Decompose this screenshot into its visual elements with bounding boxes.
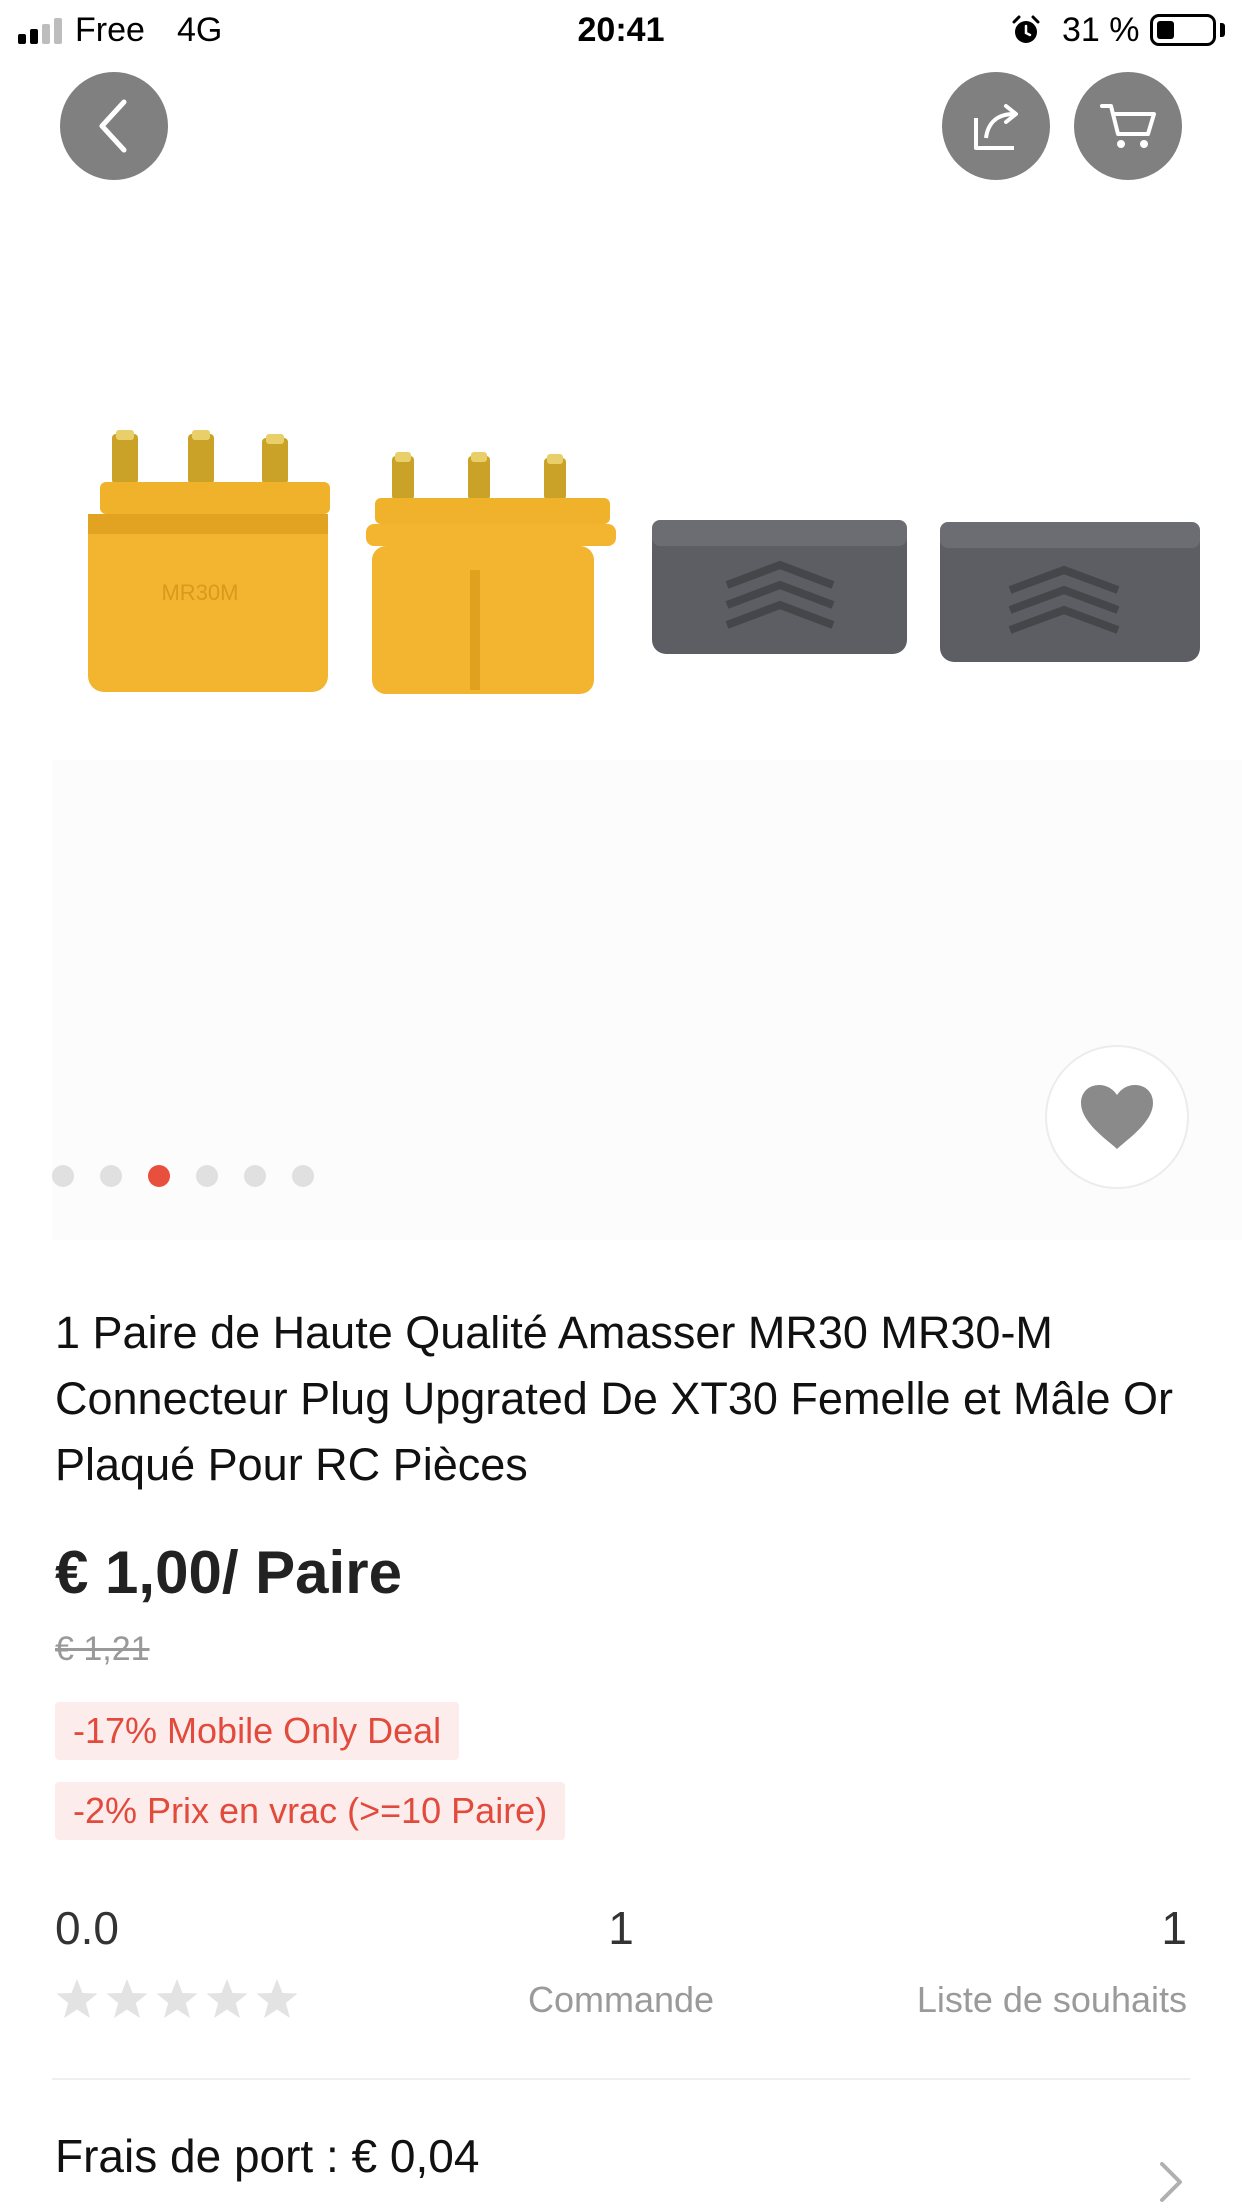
product-photo: MR30M [88,430,1200,694]
gallery-dot[interactable] [148,1165,170,1187]
orders-count: 1 [608,1902,634,1954]
product-stats: 0.0 1 Commande 1 Liste de souhaits [0,1900,1242,2040]
gallery-dot[interactable] [244,1165,266,1187]
shipping-cost-row[interactable]: Frais de port : € 0,04 [55,2128,479,2184]
divider [52,2078,1190,2080]
share-icon [974,104,1018,150]
chevron-left-icon [99,99,127,153]
battery-icon [1150,14,1216,46]
gallery-dot[interactable] [100,1165,122,1187]
product-price: € 1,00/ Paire [55,1539,402,1606]
wishlist-count: 1 [1161,1902,1187,1954]
status-bar: Free 4G 20:41 31 % [0,0,1242,62]
cart-button[interactable] [1074,72,1182,180]
clock: 20:41 [577,11,665,49]
gallery-pagination[interactable] [52,1165,314,1189]
gallery-dot[interactable] [196,1165,218,1187]
promo-badge-mobile-deal: -17% Mobile Only Deal [55,1702,460,1760]
back-button[interactable] [60,72,168,180]
add-to-wishlist-button[interactable] [1045,1045,1189,1189]
original-price: € 1,21 [55,1630,150,1668]
battery-percent: 31 % [1062,11,1140,49]
product-title: 1 Paire de Haute Qualité Amasser MR30 MR… [55,1307,1174,1490]
battery-nub [1220,23,1225,37]
svg-text:MR30M: MR30M [161,580,238,605]
heart-icon [1081,1085,1153,1149]
cart-icon [1100,104,1156,148]
gallery-dot[interactable] [292,1165,314,1187]
share-button[interactable] [942,72,1050,180]
wishlist-label: Liste de souhaits [916,1979,1187,2020]
promo-badge-bulk-price[interactable]: -2% Prix en vrac (>=10 Paire) [55,1782,566,1840]
alarm-icon [1012,15,1040,43]
chevron-right-icon[interactable] [1158,2160,1184,2204]
gallery-dot[interactable] [52,1165,74,1187]
